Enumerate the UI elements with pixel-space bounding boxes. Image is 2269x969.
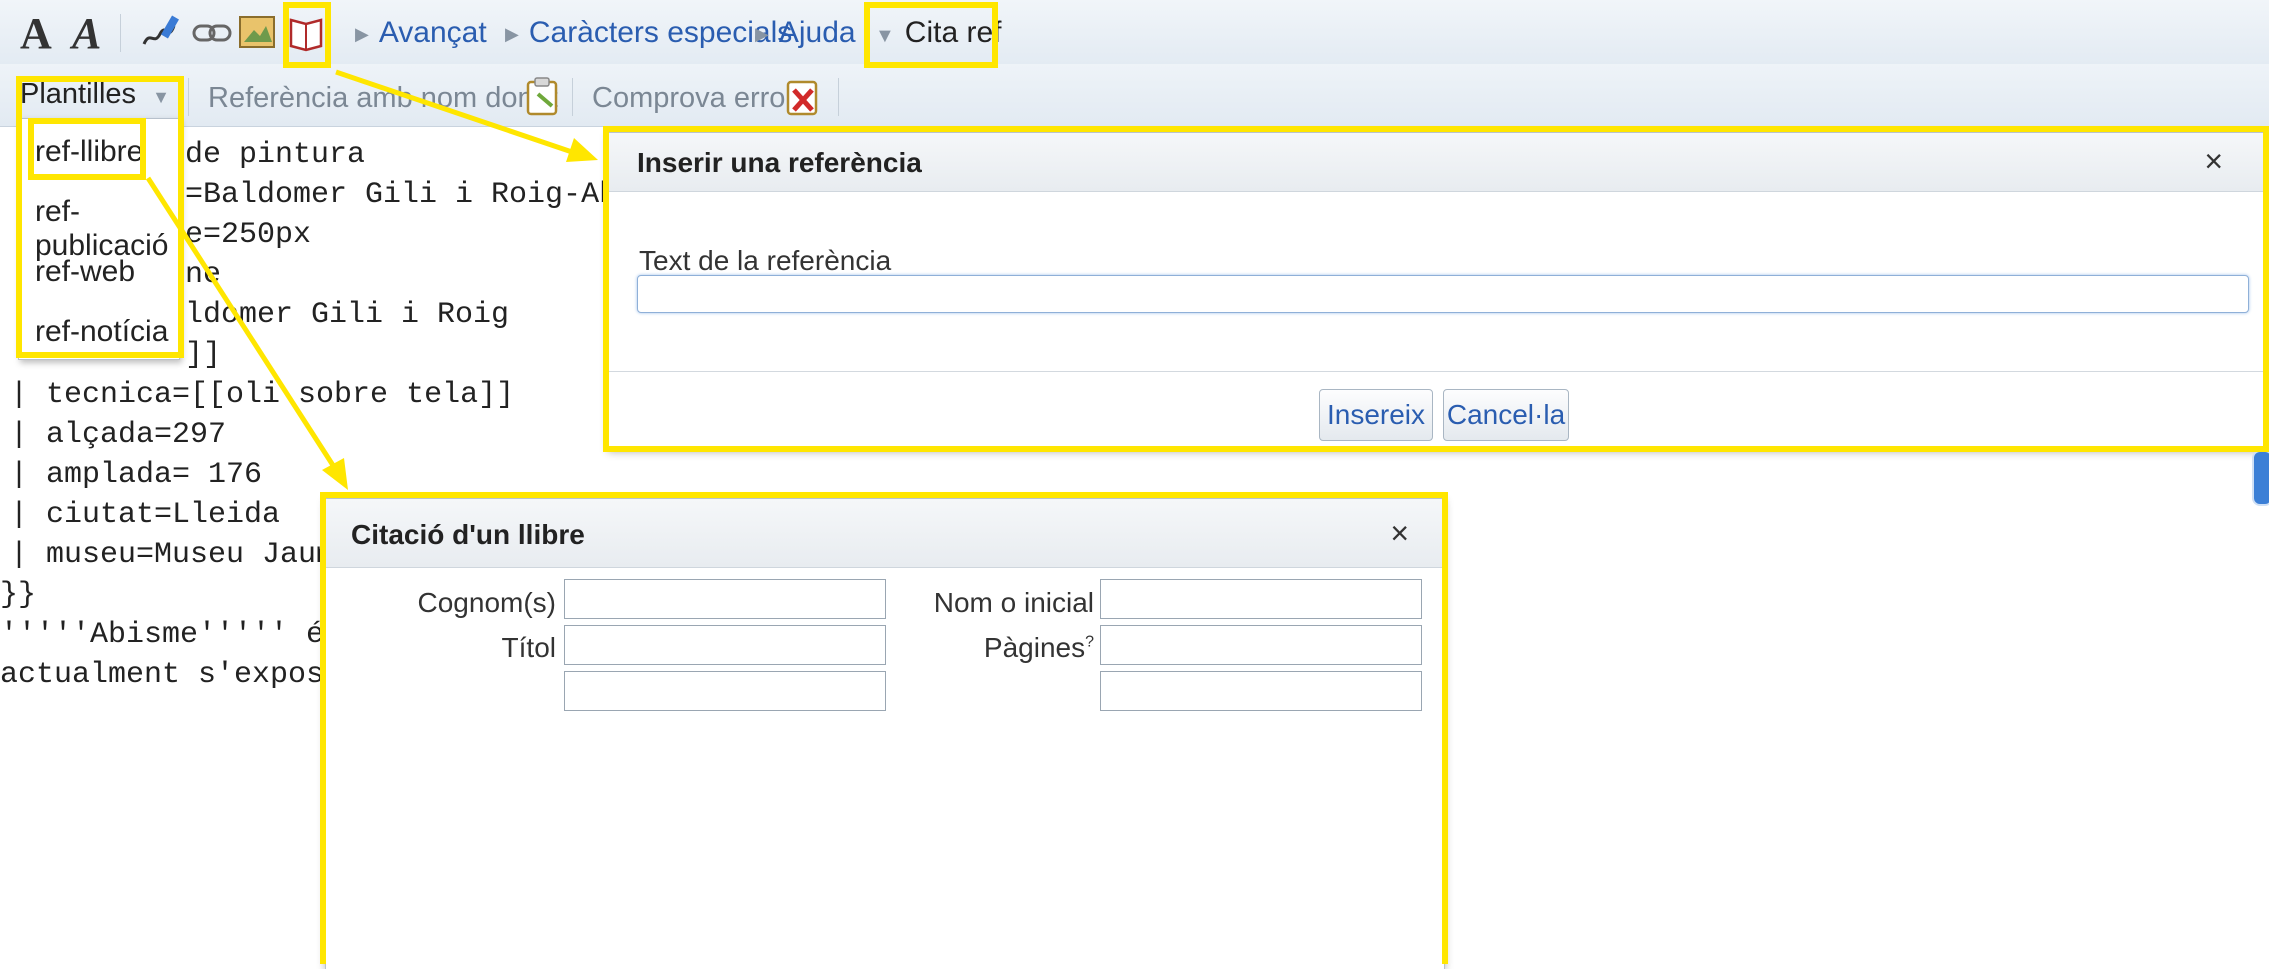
arrow-head: [566, 138, 598, 162]
arrow-line: [145, 176, 339, 472]
annotation-arrows: [145, 69, 598, 490]
arrow-line: [335, 69, 573, 155]
arrow-head: [322, 458, 348, 490]
